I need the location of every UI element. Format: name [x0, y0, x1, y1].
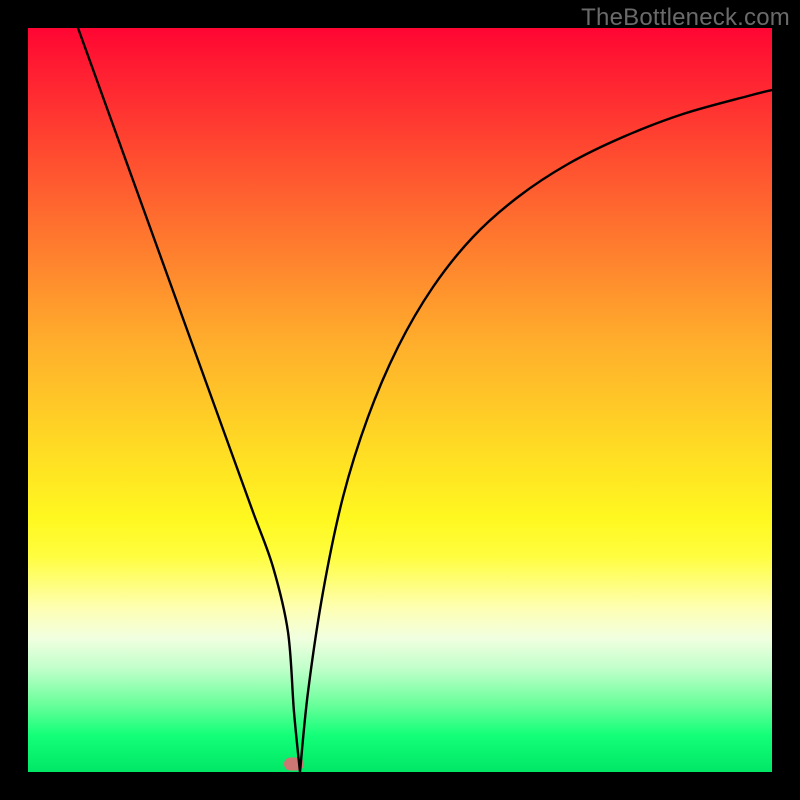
bottleneck-curve	[28, 28, 772, 772]
watermark-text: TheBottleneck.com	[581, 4, 790, 32]
chart-plot-area	[28, 28, 772, 772]
curve-path	[78, 28, 772, 772]
